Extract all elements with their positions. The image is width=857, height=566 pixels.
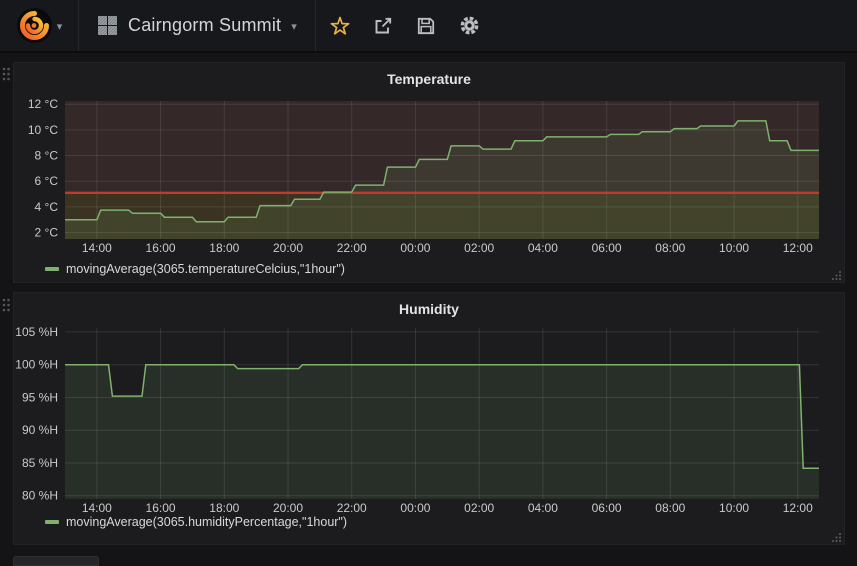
- y-tick-label: 80 %H: [22, 489, 58, 503]
- series-color-marker: [45, 267, 59, 271]
- dashboard-title: Cairngorm Summit: [128, 15, 281, 36]
- gear-icon: [459, 15, 480, 36]
- y-tick-label: 105 %H: [15, 325, 58, 339]
- star-dashboard-button[interactable]: [330, 15, 351, 36]
- add-row-button-partial[interactable]: [13, 556, 99, 566]
- humidity-panel: Humidity 14:0016:0018:0020:0022:0000:000…: [13, 292, 845, 545]
- humidity-chart-canvas[interactable]: 14:00 16:00 18:00 20:00 22:00 00:00 02:00 04:00…: [14, 293, 844, 519]
- x-tick-label: 04:00: [528, 241, 558, 255]
- x-tick-label: 00:00: [400, 501, 430, 515]
- x-tick-label: 14:00: [82, 241, 112, 255]
- series-color-marker: [45, 520, 59, 524]
- x-tick-label: 06:00: [592, 241, 622, 255]
- save-icon: [416, 16, 436, 36]
- x-tick-label: 14:00: [82, 501, 112, 515]
- x-tick-label: 02:00: [464, 501, 494, 515]
- dashboards-grid-icon: [97, 15, 118, 36]
- x-tick-label: 00:00: [400, 241, 430, 255]
- x-tick-label: 06:00: [592, 501, 622, 515]
- y-tick-label: 4 °C: [35, 200, 59, 214]
- series-name[interactable]: movingAverage(3065.temperatureCelcius,"1…: [66, 262, 345, 276]
- logo-caret-icon: ▾: [57, 19, 63, 33]
- panel-resize-handle[interactable]: [832, 532, 842, 542]
- x-tick-label: 20:00: [273, 241, 303, 255]
- x-tick-label: 12:00: [783, 501, 813, 515]
- x-tick-label: 20:00: [273, 501, 303, 515]
- settings-button[interactable]: [459, 15, 480, 36]
- y-tick-label: 12 °C: [28, 97, 58, 111]
- series-name[interactable]: movingAverage(3065.humidityPercentage,"1…: [66, 515, 347, 529]
- x-tick-label: 16:00: [146, 241, 176, 255]
- share-icon: [373, 16, 393, 36]
- y-tick-label: 2 °C: [35, 226, 59, 240]
- y-tick-label: 95 %H: [22, 390, 58, 404]
- grafana-logo-menu[interactable]: ▾: [0, 0, 79, 51]
- row-menu-grip[interactable]: [1, 66, 11, 82]
- dashboard-caret-icon: ▾: [291, 19, 297, 33]
- star-icon: [330, 16, 350, 36]
- x-tick-label: 10:00: [719, 501, 749, 515]
- x-tick-label: 08:00: [655, 241, 685, 255]
- row-menu-grip[interactable]: [1, 297, 11, 313]
- x-tick-label: 22:00: [337, 241, 367, 255]
- top-navbar: ▾ Cairngorm Summit ▾: [0, 0, 857, 53]
- y-tick-label: 90 %H: [22, 423, 58, 437]
- y-tick-label: 85 %H: [22, 456, 58, 470]
- grafana-logo-icon: [16, 7, 53, 44]
- x-tick-label: 16:00: [146, 501, 176, 515]
- temperature-panel: Temperature 14:0016:0018:0020:0022:0000:…: [13, 62, 845, 283]
- x-tick-label: 04:00: [528, 501, 558, 515]
- temperature-chart-canvas[interactable]: 14:00 16:00 18:00 20:00 22:00 00:00 02:00 04:00…: [14, 63, 844, 259]
- x-tick-label: 08:00: [655, 501, 685, 515]
- y-tick-label: 100 %H: [15, 358, 58, 372]
- save-dashboard-button[interactable]: [416, 15, 437, 36]
- x-tick-label: 18:00: [209, 501, 239, 515]
- series-area-fill: [65, 365, 819, 499]
- y-tick-label: 10 °C: [28, 123, 58, 137]
- x-tick-label: 10:00: [719, 241, 749, 255]
- x-tick-label: 02:00: [464, 241, 494, 255]
- x-tick-label: 22:00: [337, 501, 367, 515]
- humidity-legend: movingAverage(3065.humidityPercentage,"1…: [45, 514, 347, 530]
- y-tick-label: 8 °C: [35, 149, 59, 163]
- panel-resize-handle[interactable]: [832, 270, 842, 280]
- dashboard-picker[interactable]: Cairngorm Summit ▾: [79, 0, 316, 51]
- x-tick-label: 12:00: [783, 241, 813, 255]
- temperature-legend: movingAverage(3065.temperatureCelcius,"1…: [45, 261, 345, 277]
- nav-actions: [330, 0, 480, 51]
- share-dashboard-button[interactable]: [373, 15, 394, 36]
- x-tick-label: 18:00: [209, 241, 239, 255]
- y-tick-label: 6 °C: [35, 174, 59, 188]
